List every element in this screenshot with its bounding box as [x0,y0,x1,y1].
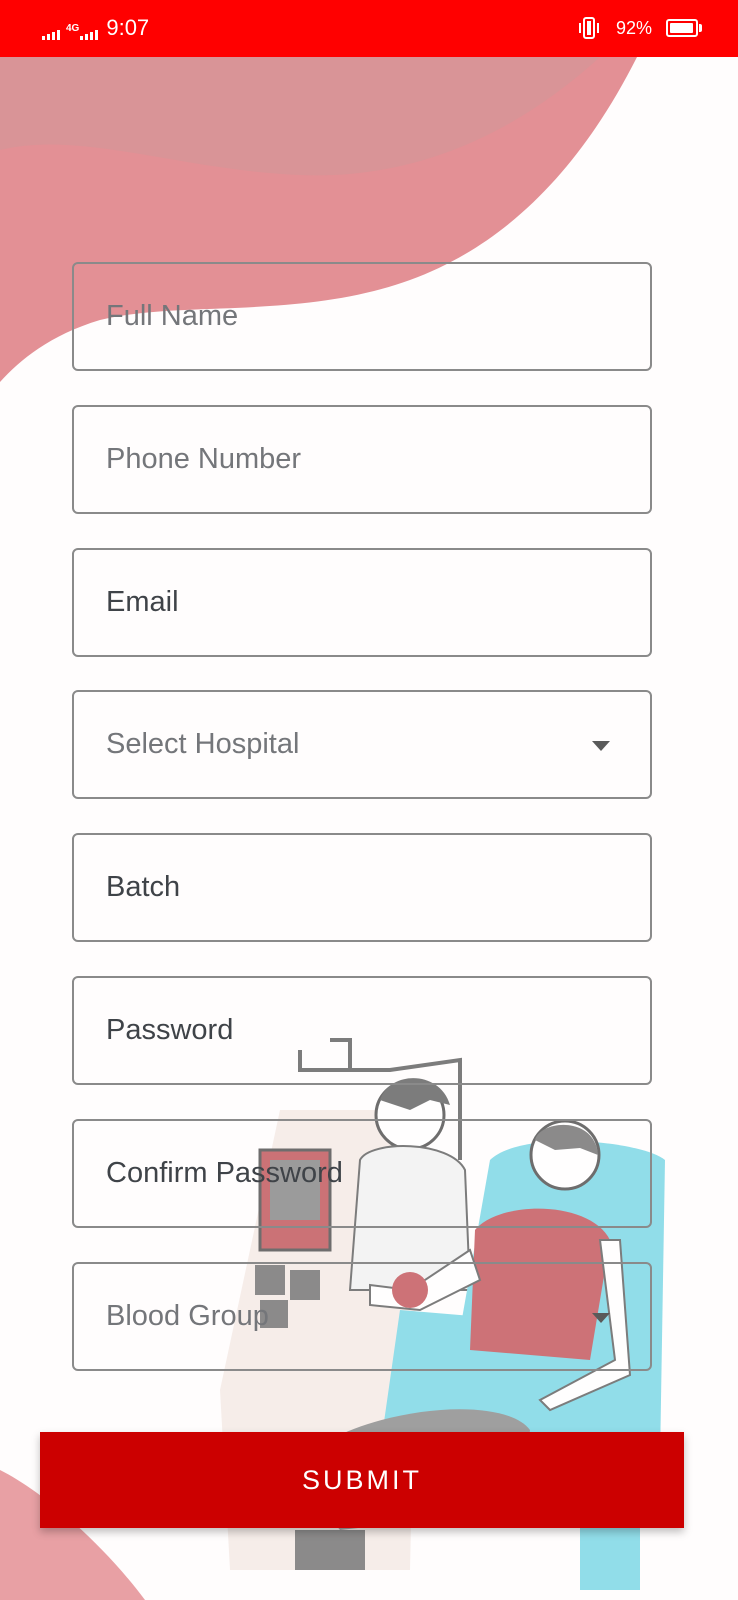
password-value: Password [106,1014,234,1046]
confirm-password-value: Confirm Password [106,1157,343,1189]
email-value: Email [106,586,179,618]
blood-group-select[interactable]: Blood Group [72,1262,652,1371]
email-input[interactable]: Email [72,548,652,657]
hospital-placeholder: Select Hospital [106,728,300,760]
signal-icon [42,26,60,40]
batch-input[interactable]: Batch [72,833,652,942]
hospital-select[interactable]: Select Hospital [72,690,652,799]
full-name-placeholder: Full Name [106,300,239,332]
submit-button[interactable]: SUBMIT [40,1432,684,1528]
battery-percent: 92% [615,17,652,38]
phone-number-input[interactable]: Phone Number [72,405,652,514]
dropdown-arrow-icon[interactable] [592,740,610,751]
battery-icon [666,19,702,37]
dropdown-arrow-icon[interactable] [592,1312,610,1323]
password-input[interactable]: Password [72,976,652,1085]
confirm-password-input[interactable]: Confirm Password [72,1119,652,1228]
4g-signal-icon: 4G [66,23,99,40]
network-type: 4G [66,23,80,34]
batch-value: Batch [106,871,181,903]
full-name-input[interactable]: Full Name [72,262,652,371]
phone-number-placeholder: Phone Number [106,443,302,475]
status-bar: 4G 9:07 92% [0,0,738,57]
status-time: 9:07 [106,15,150,40]
vibrate-icon [578,17,599,39]
blood-group-placeholder: Blood Group [106,1300,269,1332]
